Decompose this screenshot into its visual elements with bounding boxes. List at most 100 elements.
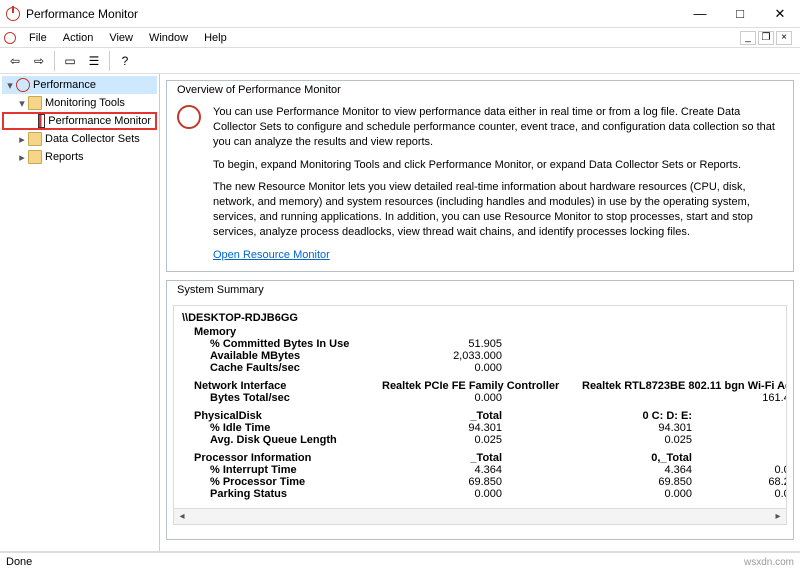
content-pane: Overview of Performance Monitor You can … <box>160 74 800 551</box>
metric-label: % Idle Time <box>182 422 372 434</box>
metric-value: 0.000 <box>702 464 787 476</box>
back-button[interactable]: ⇦ <box>4 50 26 72</box>
section-network: Network Interface <box>182 380 372 392</box>
menu-help[interactable]: Help <box>196 30 235 46</box>
overview-group: Overview of Performance Monitor You can … <box>166 80 794 272</box>
perfmon-icon <box>177 105 201 129</box>
tree-node-performance[interactable]: ▾ Performance <box>2 76 157 94</box>
separator <box>109 51 110 71</box>
menu-window[interactable]: Window <box>141 30 196 46</box>
properties-button[interactable]: ☰ <box>83 50 105 72</box>
horizontal-scrollbar[interactable]: ◂ ▸ <box>174 508 786 524</box>
tree-node-performance-monitor[interactable]: Performance Monitor <box>2 112 157 130</box>
expand-icon[interactable]: ▸ <box>16 151 28 164</box>
metric-label: Cache Faults/sec <box>182 362 372 374</box>
menu-bar: File Action View Window Help _ ❐ × <box>0 28 800 48</box>
menu-action[interactable]: Action <box>55 30 102 46</box>
metric-value: 68.263 <box>702 476 787 488</box>
maximize-button[interactable]: □ <box>720 0 760 28</box>
tree-label: Data Collector Sets <box>45 133 140 145</box>
metric-value: 0.000 <box>382 488 502 500</box>
forward-button[interactable]: ⇨ <box>28 50 50 72</box>
machine-name: \\DESKTOP-RDJB6GG <box>182 312 778 324</box>
menu-view[interactable]: View <box>101 30 141 46</box>
collapse-icon[interactable]: ▾ <box>4 79 16 92</box>
section-disk: PhysicalDisk <box>182 410 372 422</box>
open-resource-monitor-link[interactable]: Open Resource Monitor <box>213 249 330 261</box>
scroll-left-icon[interactable]: ◂ <box>174 511 190 522</box>
app-icon-small <box>4 32 16 44</box>
minimize-button[interactable]: — <box>680 0 720 28</box>
column-header: _Total <box>382 452 502 464</box>
title-bar: Performance Monitor — □ ✕ <box>0 0 800 28</box>
metric-value: 51.905 <box>382 338 502 350</box>
menu-file[interactable]: File <box>21 30 55 46</box>
metric-value: 0.025 <box>512 434 692 446</box>
metric-value: 4.364 <box>382 464 502 476</box>
close-button[interactable]: ✕ <box>760 0 800 28</box>
help-button[interactable]: ? <box>114 50 136 72</box>
metric-value: 161.483 <box>702 392 787 404</box>
toolbar: ⇦ ⇨ ▭ ☰ ? <box>0 48 800 74</box>
metric-label: % Processor Time <box>182 476 372 488</box>
window-controls: — □ ✕ <box>680 0 800 28</box>
tree-node-monitoring-tools[interactable]: ▾ Monitoring Tools <box>2 94 157 112</box>
folder-icon <box>28 150 42 164</box>
metric-value: 94.301 <box>512 422 692 434</box>
metric-value: 0.000 <box>512 488 692 500</box>
status-text: Done <box>6 556 32 568</box>
navigation-tree[interactable]: ▾ Performance ▾ Monitoring Tools Perform… <box>0 74 160 551</box>
summary-title: System Summary <box>173 281 268 299</box>
tree-label: Performance Monitor <box>48 115 151 127</box>
summary-panel[interactable]: \\DESKTOP-RDJB6GG Memory % Committed Byt… <box>173 305 787 525</box>
mdi-restore[interactable]: ❐ <box>758 31 774 45</box>
metric-value: 0.000 <box>382 392 502 404</box>
tree-label: Performance <box>33 79 96 91</box>
section-processor: Processor Information <box>182 452 372 464</box>
status-bar: Done <box>0 552 800 570</box>
metric-value: 0.000 <box>702 488 787 500</box>
app-icon <box>6 7 20 21</box>
column-header: 0,_Total <box>512 452 692 464</box>
tree-label: Monitoring Tools <box>45 97 125 109</box>
mdi-close[interactable]: × <box>776 31 792 45</box>
performance-icon <box>16 78 30 92</box>
metric-value: 69.850 <box>512 476 692 488</box>
section-memory: Memory <box>182 326 372 338</box>
folder-icon <box>28 96 42 110</box>
metric-value: 2,033.000 <box>382 350 502 362</box>
metric-label: Bytes Total/sec <box>182 392 372 404</box>
tree-node-reports[interactable]: ▸ Reports <box>2 148 157 166</box>
column-header: _Total <box>382 410 502 422</box>
overview-text-1: You can use Performance Monitor to view … <box>213 105 783 150</box>
metric-value: 69.850 <box>382 476 502 488</box>
summary-grid: Memory % Committed Bytes In Use 51.905 Av… <box>182 326 778 500</box>
system-summary-group: System Summary \\DESKTOP-RDJB6GG Memory … <box>166 280 794 540</box>
metric-label: Available MBytes <box>182 350 372 362</box>
workspace: ▾ Performance ▾ Monitoring Tools Perform… <box>0 74 800 552</box>
separator <box>54 51 55 71</box>
show-hide-tree-button[interactable]: ▭ <box>59 50 81 72</box>
column-header: 0 C: D: E: <box>512 410 692 422</box>
metric-label: Avg. Disk Queue Length <box>182 434 372 446</box>
metric-label: Parking Status <box>182 488 372 500</box>
mdi-minimize[interactable]: _ <box>740 31 756 45</box>
chart-icon <box>38 114 46 128</box>
metric-label: % Interrupt Time <box>182 464 372 476</box>
mdi-controls: _ ❐ × <box>740 31 796 45</box>
folder-icon <box>28 132 42 146</box>
metric-value: 94.301 <box>382 422 502 434</box>
tree-node-data-collector-sets[interactable]: ▸ Data Collector Sets <box>2 130 157 148</box>
window-title: Performance Monitor <box>26 7 138 21</box>
tree-label: Reports <box>45 151 84 163</box>
metric-value: 0.025 <box>382 434 502 446</box>
column-header: Realtek RTL8723BE 802.11 bgn Wi-Fi Adapt… <box>582 380 787 392</box>
scroll-right-icon[interactable]: ▸ <box>770 511 786 522</box>
metric-value: 4.364 <box>512 464 692 476</box>
expand-icon[interactable]: ▸ <box>16 133 28 146</box>
collapse-icon[interactable]: ▾ <box>16 97 28 110</box>
watermark: wsxdn.com <box>744 557 794 568</box>
overview-text-3: The new Resource Monitor lets you view d… <box>213 180 783 239</box>
metric-label: % Committed Bytes In Use <box>182 338 372 350</box>
overview-title: Overview of Performance Monitor <box>173 81 345 99</box>
